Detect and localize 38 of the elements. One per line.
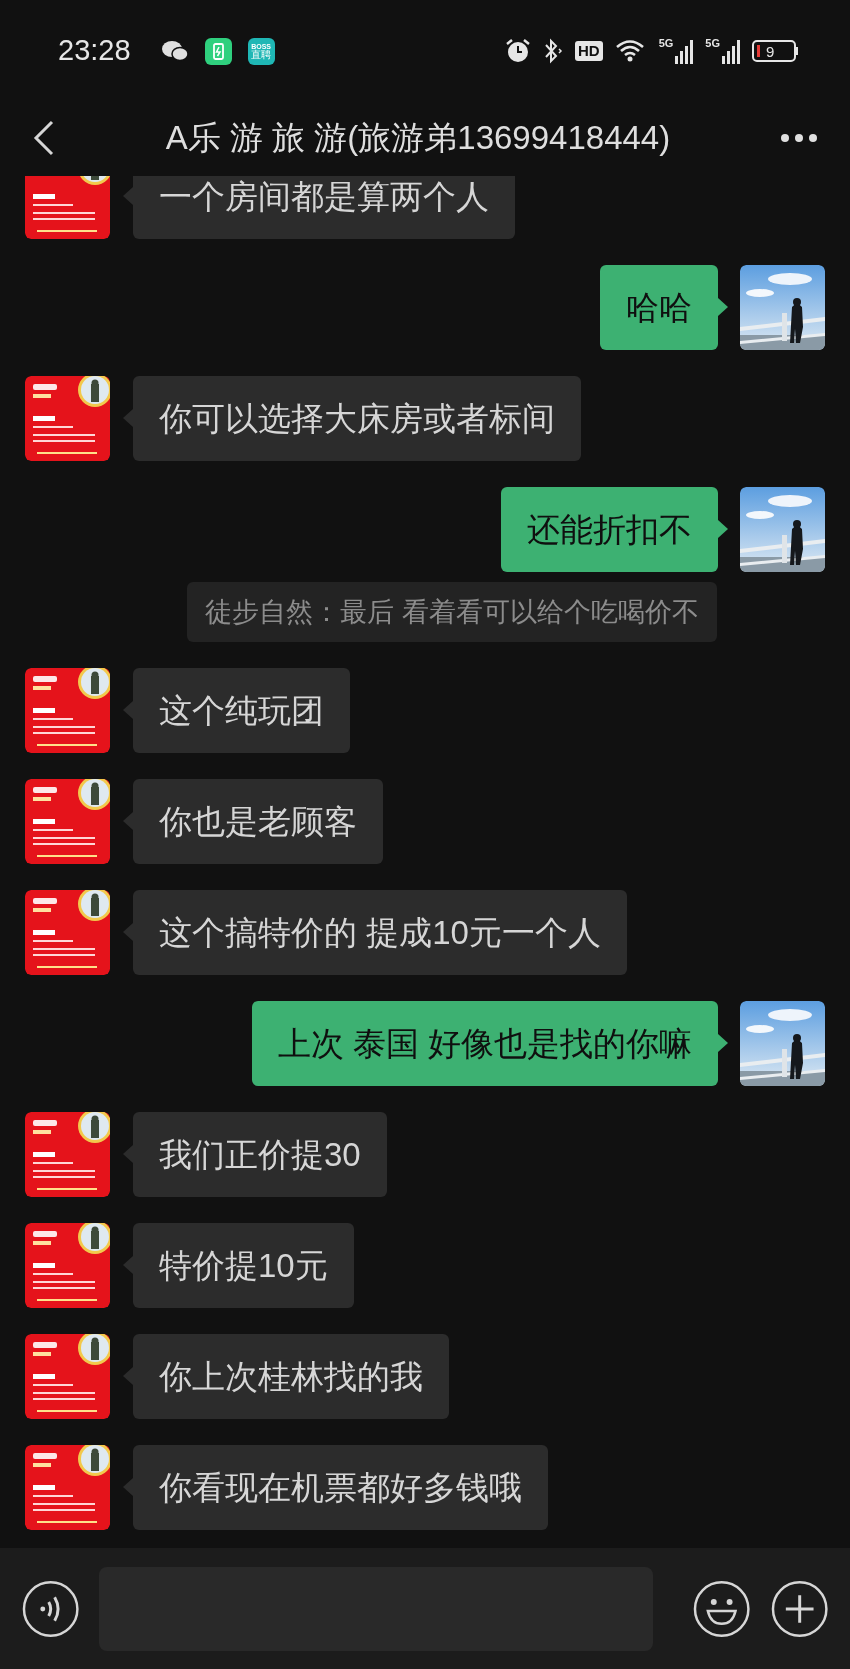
message-bubble: 还能折扣不 [501,487,718,572]
bubble-tail [123,1367,133,1385]
status-time: 23:28 [58,33,131,69]
emoji-icon[interactable] [693,1579,751,1638]
message-bubble: 你上次桂林找的我 [133,1334,449,1419]
bubble-tail [718,520,728,538]
message-bubble: 你看现在机票都好多钱哦 [133,1445,548,1530]
message-bubble: 这个搞特价的 提成10元一个人 [133,890,627,975]
bubble-tail [718,298,728,316]
message-bubble: 特价提10元 [133,1223,354,1308]
bubble-tail [123,187,133,205]
message-bubble: 一个房间都是算两个人 [133,176,515,239]
message-bubble: 哈哈 [600,265,718,350]
voice-icon[interactable] [22,1579,80,1638]
bubble-tail [123,812,133,830]
message-bubble: 你可以选择大床房或者标间 [133,376,581,461]
bubble-tail [123,1478,133,1496]
message-bubble: 上次 泰国 好像也是找的你嘛 [251,1001,718,1086]
quoted-message: 徒步自然：最后 看着看可以给个吃喝价不 [187,582,717,642]
add-icon[interactable] [770,1579,828,1638]
bubble-tail [123,1256,133,1274]
battery-icon: 9 [752,40,798,62]
battery-app-icon [204,37,232,65]
alarm-icon [504,38,531,64]
chat-title: A乐 游 旅 游(旅游弟13699418444) [165,118,671,159]
bluetooth-icon [542,38,563,64]
bubble-tail [123,701,133,719]
back-icon[interactable] [32,119,56,157]
bubble-tail [123,1145,133,1163]
message-bubble: 这个纯玩团 [133,668,350,753]
hd-icon: HD [574,41,603,61]
chat-bubbles-icon [160,39,189,63]
bubble-tail [123,409,133,427]
more-icon[interactable] [780,133,818,143]
bubble-tail [718,1034,728,1052]
bubble-tail [123,923,133,941]
message-bubble: 你也是老顾客 [133,779,383,864]
message-bubble: 我们正价提30 [133,1112,387,1197]
